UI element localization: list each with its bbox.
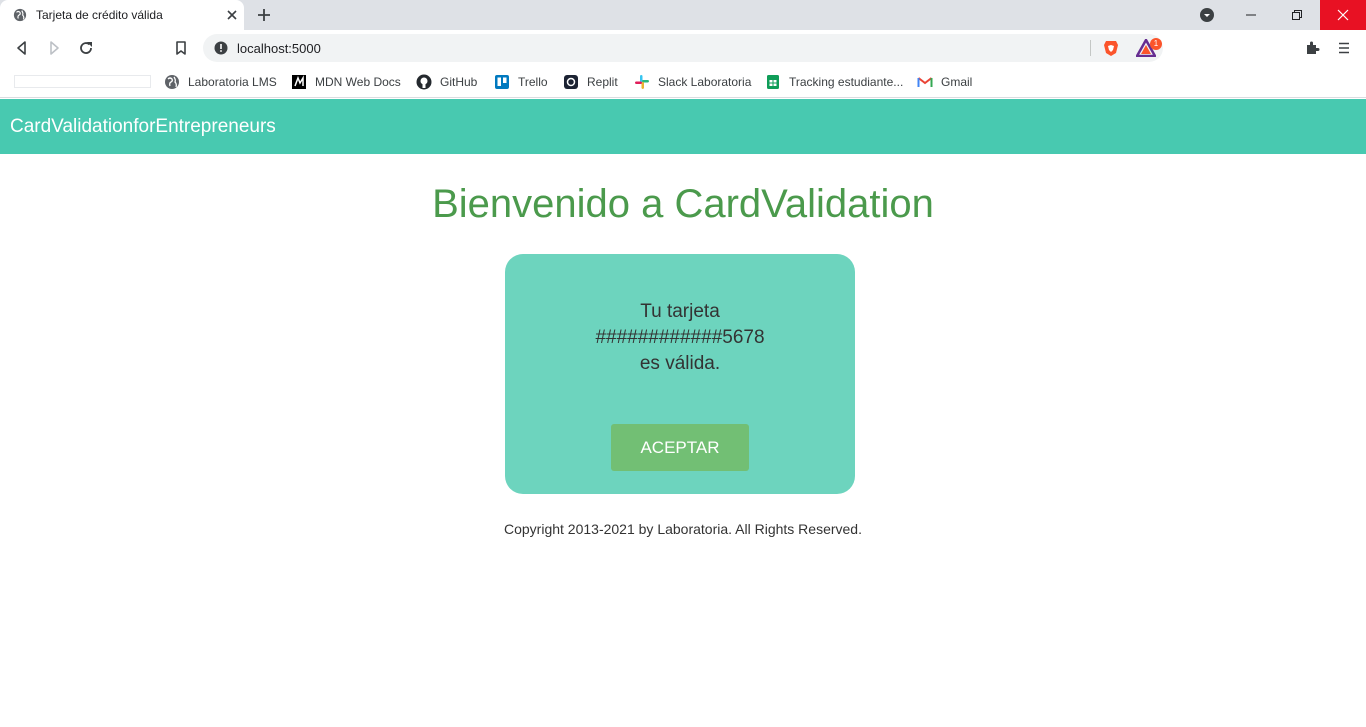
bookmark-slack-laboratoria[interactable]: Slack Laboratoria — [634, 72, 751, 92]
bookmark-label: Laboratoria LMS — [188, 75, 277, 89]
site-brand[interactable]: CardValidationforEntrepreneurs — [10, 116, 276, 138]
extensions-icon[interactable] — [1304, 40, 1320, 56]
menu-icon[interactable] — [1336, 40, 1352, 56]
bookmark-mdn-web-docs[interactable]: MDN Web Docs — [291, 72, 401, 92]
result-intro-text: Tu tarjeta — [640, 301, 720, 322]
globe-icon — [165, 75, 179, 89]
page-title: Bienvenido a CardValidation — [432, 182, 934, 226]
close-window-button[interactable] — [1320, 0, 1366, 30]
validation-result-card: Tu tarjeta ############5678 es válida. A… — [505, 254, 855, 494]
forward-icon[interactable] — [46, 40, 62, 56]
restore-button[interactable] — [1274, 0, 1320, 30]
bookmark-label: Trello — [518, 75, 548, 89]
mdn-icon — [292, 75, 306, 89]
reload-icon[interactable] — [78, 40, 94, 56]
bookmark-gmail[interactable]: Gmail — [917, 72, 972, 92]
bookmark-label: Tracking estudiante... — [789, 75, 904, 89]
close-icon — [1337, 9, 1349, 21]
github-icon — [416, 74, 432, 90]
tab-strip: Tarjeta de crédito válida — [0, 0, 1366, 30]
result-status-text: es válida. — [639, 353, 721, 374]
close-tab-icon[interactable] — [225, 8, 239, 22]
accept-button[interactable]: ACEPTAR — [611, 424, 749, 471]
omnibox-divider — [1090, 40, 1091, 56]
bookmark-label: Slack Laboratoria — [658, 75, 752, 89]
bookmark-label: Gmail — [941, 75, 973, 89]
trello-icon — [495, 75, 509, 89]
footer-copyright: Copyright 2013-2021 by Laboratoria. All … — [504, 521, 862, 537]
site-navbar: CardValidationforEntrepreneurs — [0, 99, 1366, 154]
bookmark-replit[interactable]: Replit — [563, 72, 618, 92]
back-icon[interactable] — [14, 40, 30, 56]
bookmark-blank[interactable] — [14, 75, 151, 88]
url-text[interactable]: localhost:5000 — [237, 41, 321, 56]
bookmarks-bar: Laboratoria LMS MDN Web Docs GitHub Trel… — [0, 66, 1366, 98]
tab-search-icon[interactable] — [1199, 7, 1215, 23]
minimize-button[interactable] — [1228, 0, 1274, 30]
rewards-badge: 1 — [1150, 38, 1162, 50]
sheets-icon — [767, 75, 779, 89]
gmail-icon — [917, 77, 933, 87]
bookmark-tracking-estudiante[interactable]: Tracking estudiante... — [765, 72, 903, 92]
masked-card-number: ############5678 — [595, 327, 765, 348]
bookmark-label: MDN Web Docs — [315, 75, 401, 89]
replit-icon — [564, 75, 578, 89]
slack-icon — [635, 75, 649, 89]
bookmark-laboratoria-lms[interactable]: Laboratoria LMS — [164, 72, 277, 92]
new-tab-icon[interactable] — [256, 7, 272, 23]
bookmark-label: Replit — [587, 75, 618, 89]
minimize-icon — [1246, 14, 1256, 16]
bookmark-github[interactable]: GitHub — [416, 72, 477, 92]
bookmark-label: GitHub — [440, 75, 478, 89]
brave-shields-icon[interactable] — [1102, 39, 1120, 57]
globe-icon — [13, 8, 27, 22]
address-bar[interactable]: localhost:5000 — [203, 34, 1163, 62]
browser-tab[interactable]: Tarjeta de crédito válida — [0, 0, 244, 30]
site-info-icon[interactable] — [214, 41, 228, 55]
bookmark-trello[interactable]: Trello — [494, 72, 548, 92]
restore-icon — [1292, 10, 1302, 20]
bookmark-icon[interactable] — [173, 40, 189, 56]
tab-title: Tarjeta de crédito válida — [36, 8, 163, 22]
